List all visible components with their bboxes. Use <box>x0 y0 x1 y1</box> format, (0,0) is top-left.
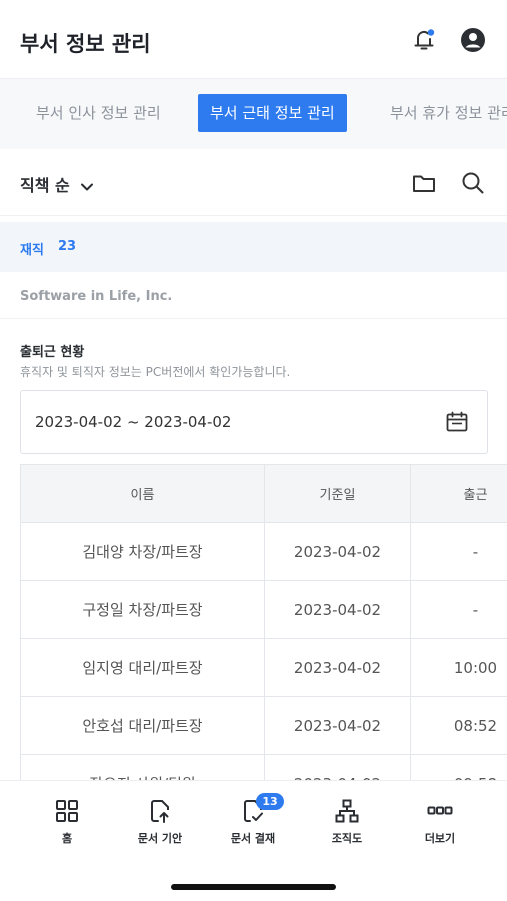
attendance-table: 이름 기준일 출근 김대양 차장/파트장 2023-04-02 - 구정일 차장… <box>20 464 507 780</box>
notification-dot <box>428 29 434 35</box>
nav-org-chart[interactable]: 조직도 <box>302 798 392 846</box>
cell-date: 2023-04-02 <box>265 755 411 781</box>
cell-name: 구정일 차장/파트장 <box>21 581 265 639</box>
cell-date: 2023-04-02 <box>265 581 411 639</box>
employment-status-bar: 재직 23 <box>0 222 507 272</box>
cell-date: 2023-04-02 <box>265 639 411 697</box>
nav-label: 조직도 <box>302 830 392 846</box>
status-count: 23 <box>58 239 76 254</box>
nav-more[interactable]: 더보기 <box>395 798 485 846</box>
table-row[interactable]: 임지영 대리/파트장 2023-04-02 10:00 <box>21 639 507 697</box>
tab-hr-info[interactable]: 부서 인사 정보 관리 <box>24 94 173 132</box>
cell-name: 김대양 차장/파트장 <box>21 523 265 581</box>
nav-label: 문서 결재 <box>208 830 298 846</box>
cell-clock-in: 10:00 <box>411 639 507 697</box>
nav-home[interactable]: 홈 <box>22 798 112 846</box>
nav-draft-document[interactable]: 문서 기안 <box>115 798 205 846</box>
bottom-navigation: 홈 문서 기안 13 문서 결재 조직도 더보기 <box>0 780 507 901</box>
nav-approve-document[interactable]: 13 문서 결재 <box>208 798 298 846</box>
sort-label: 직책 순 <box>20 176 70 195</box>
cell-date: 2023-04-02 <box>265 697 411 755</box>
tab-vacation-info[interactable]: 부서 휴가 정보 관리 <box>378 94 507 132</box>
table-row[interactable]: 장으지 사원/팀원 2023-04-02 09:58 <box>21 755 507 781</box>
app-header: 부서 정보 관리 <box>0 0 507 79</box>
date-range-value: 2023-04-02 ~ 2023-04-02 <box>35 413 231 431</box>
more-icon <box>427 798 453 824</box>
chevron-down-icon <box>79 179 95 195</box>
org-chart-icon <box>334 798 360 824</box>
cell-name: 임지영 대리/파트장 <box>21 639 265 697</box>
table-header-row: 이름 기준일 출근 <box>21 465 507 523</box>
cell-clock-in: - <box>411 581 507 639</box>
tab-attendance-info[interactable]: 부서 근태 정보 관리 <box>198 94 347 132</box>
nav-label: 홈 <box>22 830 112 846</box>
home-indicator <box>171 884 336 890</box>
grid-icon <box>54 798 80 824</box>
cell-clock-in: - <box>411 523 507 581</box>
date-range-picker[interactable]: 2023-04-02 ~ 2023-04-02 <box>20 390 488 454</box>
section-title: 출퇴근 현황 <box>20 341 84 360</box>
calendar-icon[interactable] <box>445 410 469 434</box>
nav-label: 문서 기안 <box>115 830 205 846</box>
cell-clock-in: 08:52 <box>411 697 507 755</box>
approval-count-badge: 13 <box>256 793 284 810</box>
bell-icon[interactable] <box>410 26 438 54</box>
table-row[interactable]: 구정일 차장/파트장 2023-04-02 - <box>21 581 507 639</box>
table-row[interactable]: 안호섭 대리/파트장 2023-04-02 08:52 <box>21 697 507 755</box>
column-header-name[interactable]: 이름 <box>21 465 265 523</box>
cell-clock-in: 09:58 <box>411 755 507 781</box>
cell-name: 장으지 사원/팀원 <box>21 755 265 781</box>
status-label: 재직 <box>20 239 44 258</box>
column-header-base-date[interactable]: 기준일 <box>265 465 411 523</box>
profile-icon[interactable] <box>459 26 487 54</box>
section-subtitle: 휴직자 및 퇴직자 정보는 PC버전에서 확인가능합니다. <box>20 363 290 380</box>
column-header-clock-in[interactable]: 출근 <box>411 465 507 523</box>
divider <box>0 318 507 319</box>
toolbar: 직책 순 <box>0 150 507 216</box>
tab-bar: 부서 인사 정보 관리 부서 근태 정보 관리 부서 휴가 정보 관리 <box>0 79 507 149</box>
company-name: Software in Life, Inc. <box>20 289 172 304</box>
nav-label: 더보기 <box>395 830 485 846</box>
sort-dropdown[interactable]: 직책 순 <box>20 172 95 196</box>
search-icon[interactable] <box>460 170 486 196</box>
table-row[interactable]: 김대양 차장/파트장 2023-04-02 - <box>21 523 507 581</box>
document-upload-icon <box>147 798 173 824</box>
page-title: 부서 정보 관리 <box>20 28 151 58</box>
cell-date: 2023-04-02 <box>265 523 411 581</box>
folder-icon[interactable] <box>411 170 437 196</box>
cell-name: 안호섭 대리/파트장 <box>21 697 265 755</box>
